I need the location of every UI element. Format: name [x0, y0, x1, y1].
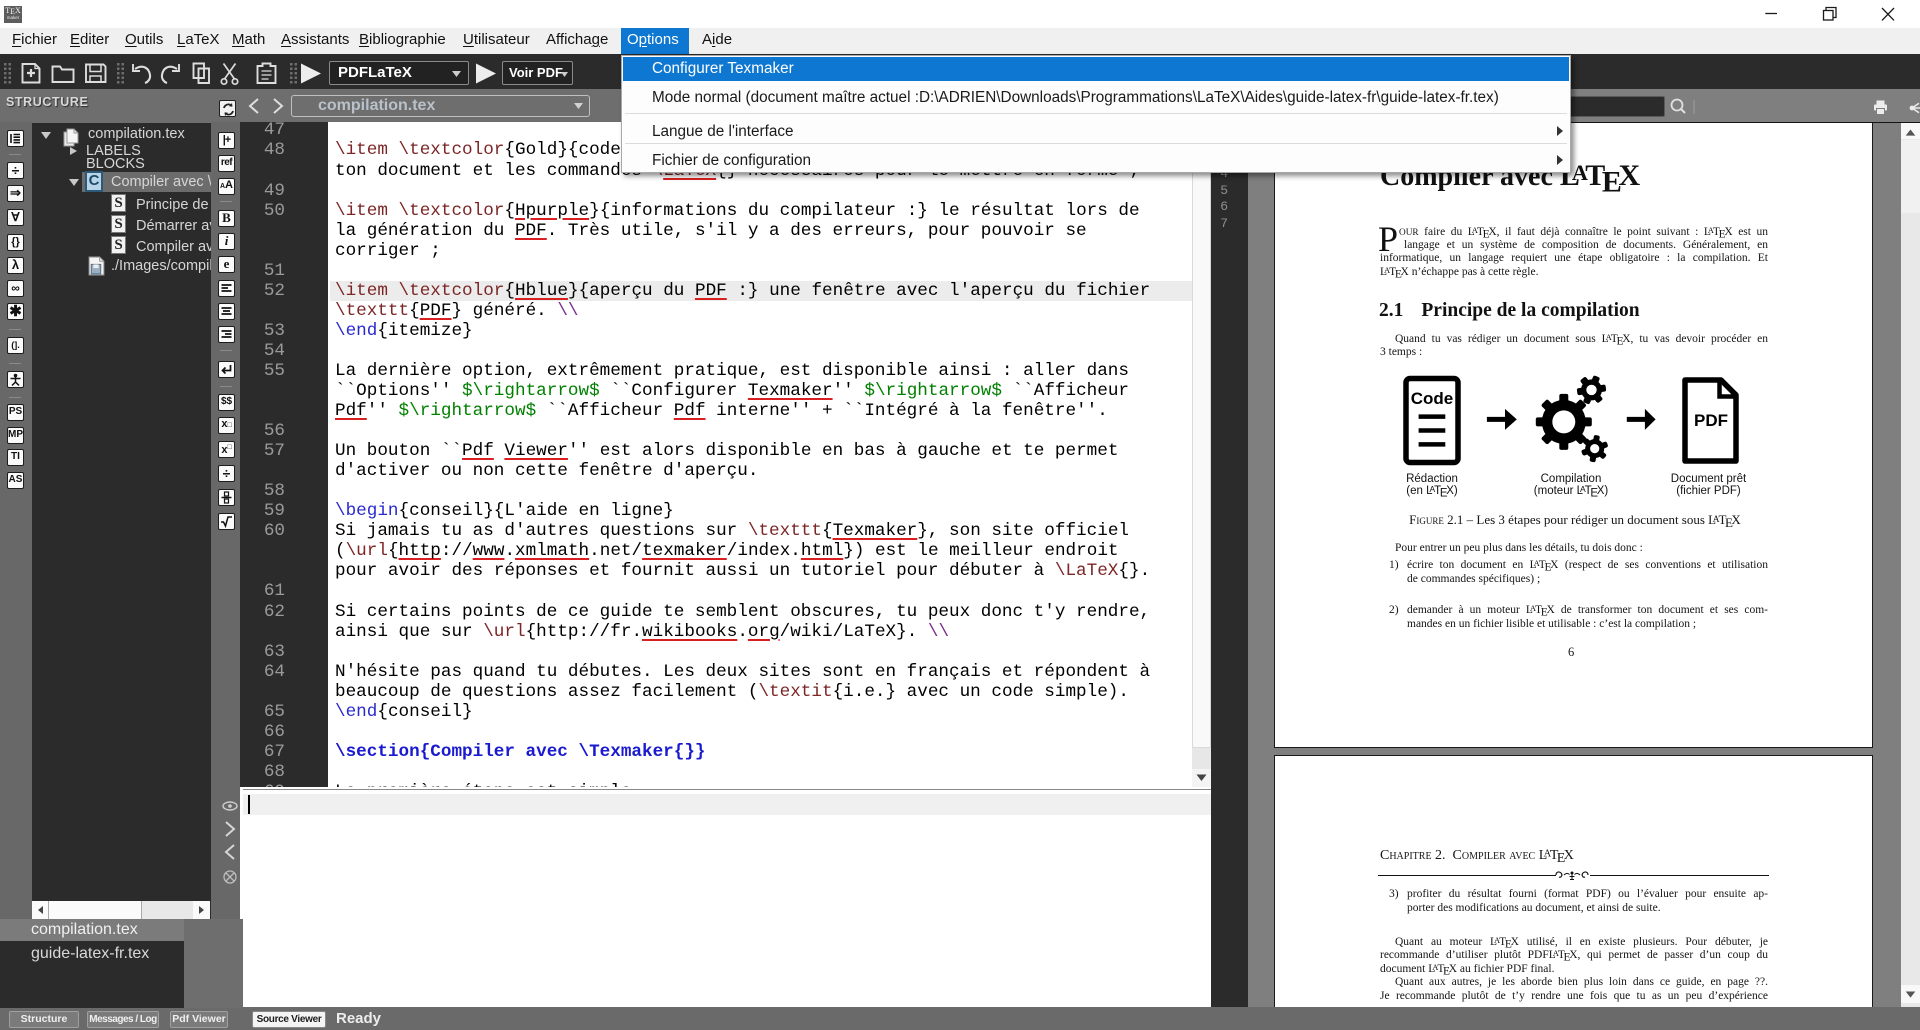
svg-text:PDF: PDF — [1694, 411, 1728, 430]
svg-text:Code: Code — [1411, 389, 1454, 408]
